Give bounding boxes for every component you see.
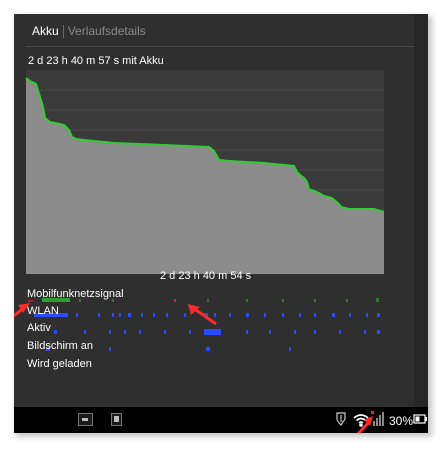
system-nav-bar: 30% xyxy=(14,407,428,433)
battery-percent-text: 30% xyxy=(389,414,414,428)
row-label-active: Aktiv xyxy=(27,322,51,334)
row-label-mobile-signal: Mobilfunknetzsignal xyxy=(27,288,124,300)
graph-duration-label: 2 d 23 h 40 m 54 s xyxy=(160,270,252,282)
battery-icon xyxy=(413,414,427,424)
row-label-wlan: WLAN xyxy=(27,305,59,317)
annotation-arrow-center xyxy=(188,304,217,326)
battery-history-screen: Akku Verlaufsdetails 2 d 23 h 40 m 57 s m… xyxy=(14,14,428,433)
signal-icon xyxy=(370,410,384,426)
active-bar xyxy=(54,329,380,335)
shield-icon xyxy=(336,412,346,426)
status-icons xyxy=(336,410,427,433)
row-label-charging: Wird geladen xyxy=(27,358,92,370)
row-label-screen-on: Bildschirm an xyxy=(27,340,94,352)
